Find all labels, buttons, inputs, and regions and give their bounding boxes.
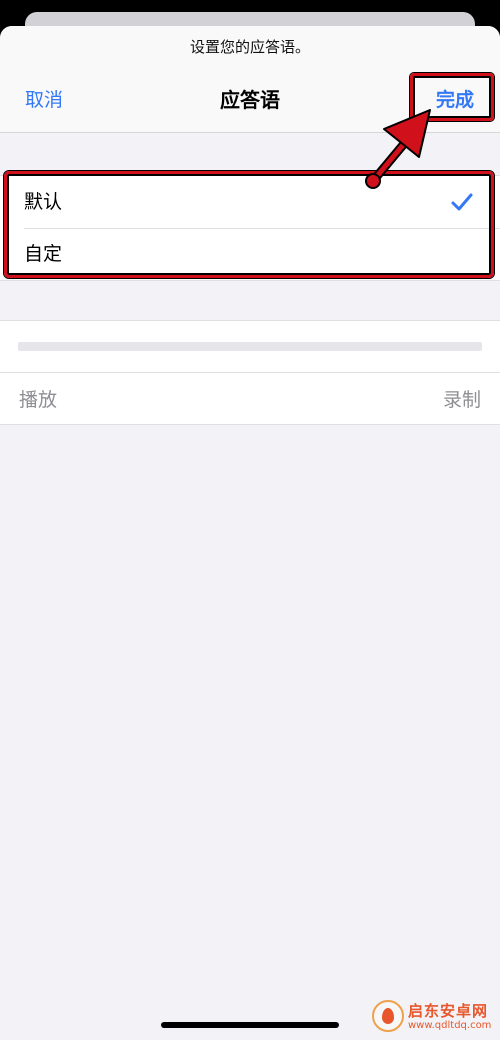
recording-panel: 播放 录制 [0,320,500,425]
home-indicator [161,1022,339,1028]
watermark-logo-icon [372,1000,404,1032]
sheet-prompt: 设置您的应答语。 [189,38,310,56]
screen: 设置您的应答语。 取消 应答语 完成 默认 自定 播放 录制 启东安卓网 www… [0,0,500,1040]
record-button[interactable]: 录制 [443,385,481,412]
controls-row: 播放 录制 [0,372,500,424]
progress-row [0,321,500,372]
watermark-url: www.qdltdq.com [408,1020,492,1031]
watermark-name: 启东安卓网 [408,1002,489,1020]
playback-progress-bar [18,342,482,351]
greeting-sheet: 设置您的应答语。 取消 应答语 完成 默认 自定 播放 录制 [0,26,500,1040]
play-button[interactable]: 播放 [19,385,57,412]
options-highlight [4,171,494,278]
done-button-highlight [410,73,494,121]
watermark: 启东安卓网 www.qdltdq.com [366,996,500,1040]
navigation-bar: 设置您的应答语。 取消 应答语 完成 [0,26,500,133]
